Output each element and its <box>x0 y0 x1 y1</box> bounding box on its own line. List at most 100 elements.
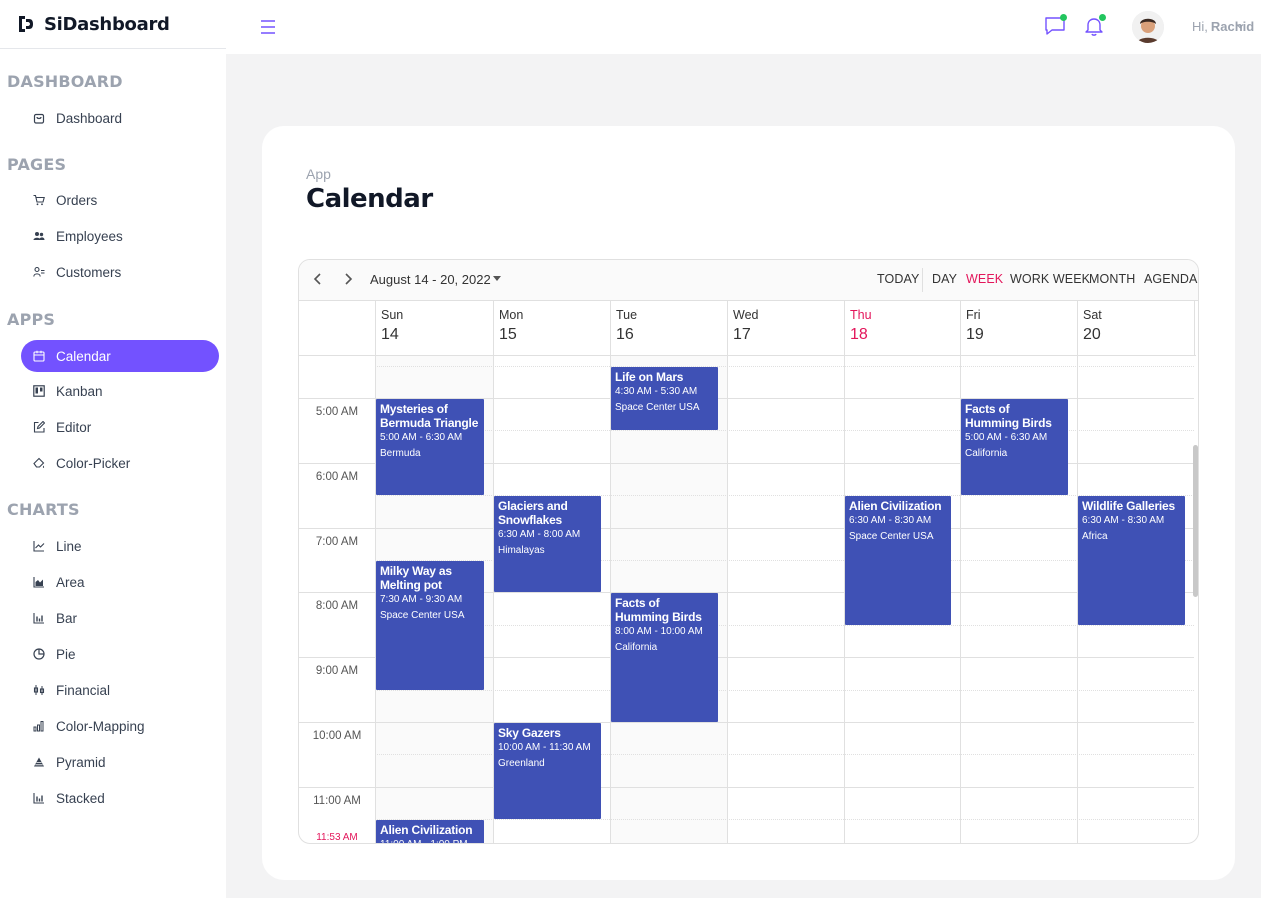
sidebar-item-financial[interactable]: Financial <box>21 674 219 706</box>
day-header-row: Sun 14 Mon 15 Tue 16 Wed 17 Thu 18 Fri 19 Sat 2… <box>299 301 1196 356</box>
user-greeting[interactable]: Hi, Rachid <box>1192 19 1254 34</box>
stacked-icon <box>33 792 45 804</box>
sidebar-item-bar[interactable]: Bar <box>21 602 219 634</box>
avatar[interactable] <box>1132 11 1164 43</box>
next-arrow-icon[interactable] <box>340 271 356 287</box>
event-time: 6:30 AM - 8:30 AM <box>849 515 932 526</box>
color-picker-icon <box>33 457 45 469</box>
scheduler: August 14 - 20, 2022 TODAY DAY WEEK WORK… <box>298 259 1199 844</box>
scheduler-body: 5:00 AM 6:00 AM 7:00 AM 8:00 AM 9:00 AM 10:00… <box>299 356 1194 843</box>
event-location: Greenland <box>498 758 545 769</box>
day-number: 18 <box>850 326 868 343</box>
sidebar-item-customers[interactable]: Customers <box>21 256 219 288</box>
event-location: Himalayas <box>498 545 545 556</box>
event-time: 6:30 AM - 8:00 AM <box>498 529 581 540</box>
brand-name: SiDashboard <box>44 13 170 35</box>
time-label: 11:00 AM <box>313 795 361 807</box>
sidebar-item-kanban[interactable]: Kanban <box>21 375 219 407</box>
color-mapping-icon <box>33 720 45 732</box>
date-range-caret-icon[interactable] <box>493 276 501 281</box>
pyramid-icon <box>33 756 45 768</box>
chat-notification-dot <box>1060 14 1067 21</box>
sidebar-item-label: Stacked <box>56 790 105 806</box>
day-name: Sat <box>1083 308 1102 322</box>
sidebar-item-label: Dashboard <box>56 110 123 126</box>
calendar-event[interactable]: Life on Mars 4:30 AM - 5:30 AM Space Cente… <box>611 367 718 430</box>
view-month-button[interactable]: MONTH <box>1089 272 1135 286</box>
sidebar-item-area[interactable]: Area <box>21 566 219 598</box>
sidebar-item-pyramid[interactable]: Pyramid <box>21 746 219 778</box>
bar-chart-icon <box>33 612 45 624</box>
nav-section-dashboard: DASHBOARD <box>7 72 123 91</box>
day-number: 17 <box>733 326 751 343</box>
date-range-button[interactable]: August 14 - 20, 2022 <box>370 272 491 287</box>
sidebar-item-pie[interactable]: Pie <box>21 638 219 670</box>
day-header[interactable]: Fri 19 <box>960 301 1077 356</box>
chevron-down-icon[interactable] <box>1236 22 1244 30</box>
event-time: 10:00 AM - 11:30 AM <box>498 742 591 753</box>
sidebar-item-calendar[interactable]: Calendar <box>21 340 219 372</box>
brand[interactable]: SiDashboard <box>0 0 226 49</box>
day-header-today[interactable]: Thu 18 <box>844 301 960 356</box>
sidebar-item-editor[interactable]: Editor <box>21 411 219 443</box>
scheduler-toolbar: August 14 - 20, 2022 TODAY DAY WEEK WORK… <box>299 260 1198 301</box>
sidebar-item-dashboard[interactable]: Dashboard <box>21 102 219 134</box>
sidebar-item-label: Employees <box>56 228 123 244</box>
event-location: California <box>615 642 658 653</box>
view-work-week-button[interactable]: WORK WEEK <box>1010 272 1090 286</box>
event-title: Facts of Humming Birds <box>615 596 702 624</box>
sidebar-item-line[interactable]: Line <box>21 530 219 562</box>
sidebar-item-stacked[interactable]: Stacked <box>21 782 219 814</box>
calendar-event[interactable]: Milky Way as Melting pot 7:30 AM - 9:30 A… <box>376 561 484 690</box>
hour-line <box>299 528 1194 529</box>
notification-dot <box>1099 14 1106 21</box>
calendar-event[interactable]: Facts of Humming Birds 5:00 AM - 6:30 AM C… <box>961 399 1068 495</box>
topbar: Hi, Rachid <box>226 0 1261 54</box>
brand-logo-icon <box>19 16 33 32</box>
cart-icon <box>33 194 45 206</box>
sidebar-item-orders[interactable]: Orders <box>21 184 219 216</box>
user-group-icon <box>33 266 45 278</box>
view-agenda-button[interactable]: AGENDA <box>1144 272 1197 286</box>
vertical-scrollbar[interactable] <box>1193 445 1198 597</box>
hour-line <box>299 787 1194 788</box>
calendar-event[interactable]: Mysteries of Bermuda Triangle 5:00 AM - 6… <box>376 399 484 495</box>
today-button[interactable]: TODAY <box>877 272 919 286</box>
day-header[interactable]: Tue 16 <box>610 301 727 356</box>
half-hour-line <box>375 430 1194 431</box>
current-time-label: 11:53 AM <box>316 832 358 843</box>
time-label: 9:00 AM <box>315 665 359 677</box>
sidebar-item-color-picker[interactable]: Color-Picker <box>21 447 219 479</box>
hour-line <box>299 722 1194 723</box>
time-label: 10:00 AM <box>312 730 362 742</box>
calendar-event[interactable]: Alien Civilization 11:00 AM - 1:00 PM <box>376 820 484 843</box>
calendar-event[interactable]: Glaciers and Snowflakes 6:30 AM - 8:00 AM… <box>494 496 601 592</box>
sidebar-item-label: Financial <box>56 682 111 698</box>
financial-icon <box>33 684 45 696</box>
nav-section-pages: PAGES <box>7 155 67 174</box>
view-week-button[interactable]: WEEK <box>966 272 1003 286</box>
nav-section-apps: APPS <box>7 310 56 329</box>
event-title: Glaciers and Snowflakes <box>498 499 568 527</box>
event-title: Mysteries of Bermuda Triangle <box>380 402 479 430</box>
event-time: 5:00 AM - 6:30 AM <box>965 432 1048 443</box>
sidebar-item-label: Line <box>56 538 82 554</box>
event-title: Life on Mars <box>615 370 684 384</box>
sidebar-item-label: Kanban <box>56 383 103 399</box>
day-header[interactable]: Sat 20 <box>1077 301 1195 356</box>
sidebar-item-color-mapping[interactable]: Color-Mapping <box>21 710 219 742</box>
day-header[interactable]: Wed 17 <box>727 301 844 356</box>
sidebar-item-employees[interactable]: Employees <box>21 220 219 252</box>
calendar-event[interactable]: Facts of Humming Birds 8:00 AM - 10:00 AM… <box>611 593 718 722</box>
menu-icon[interactable] <box>260 18 276 36</box>
view-day-button[interactable]: DAY <box>932 272 957 286</box>
calendar-event[interactable]: Alien Civilization 6:30 AM - 8:30 AM Space… <box>845 496 951 625</box>
prev-arrow-icon[interactable] <box>310 271 326 287</box>
calendar-event[interactable]: Sky Gazers 10:00 AM - 11:30 AM Greenland <box>494 723 601 819</box>
calendar-event[interactable]: Wildlife Galleries 6:30 AM - 8:30 AM Afric… <box>1078 496 1185 625</box>
half-hour-line <box>375 366 1194 367</box>
event-time: 8:00 AM - 10:00 AM <box>615 626 703 637</box>
day-header[interactable]: Sun 14 <box>375 301 493 356</box>
day-name: Thu <box>850 308 872 322</box>
day-header[interactable]: Mon 15 <box>493 301 610 356</box>
